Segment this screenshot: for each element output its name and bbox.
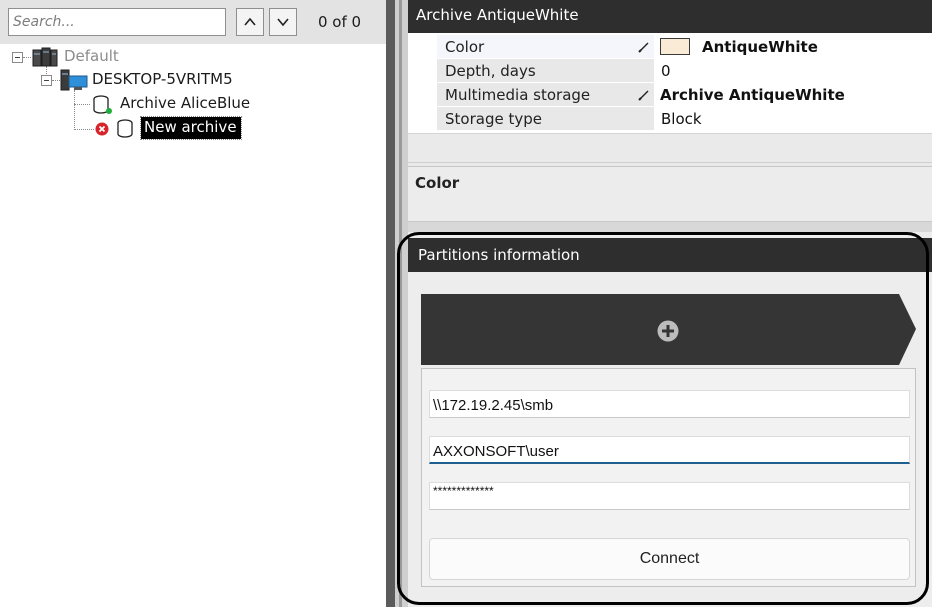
- collapse-toggle[interactable]: [12, 52, 23, 63]
- property-name: Color: [437, 35, 654, 59]
- error-icon: [95, 122, 109, 136]
- tree-item-default[interactable]: Default: [10, 46, 150, 68]
- properties-grid: Color AntiqueWhite Depth, days 0 Multime…: [408, 33, 932, 133]
- tree-item-archive[interactable]: Archive AliceBlue: [90, 93, 280, 115]
- search-input[interactable]: [8, 8, 226, 36]
- tree-item-label: Default: [64, 47, 119, 65]
- property-description: Color: [408, 166, 932, 222]
- tree-item-server[interactable]: DESKTOP-5VRITM5: [39, 69, 279, 91]
- property-value[interactable]: 0: [654, 59, 932, 83]
- tree-item-new-archive[interactable]: New archive: [94, 116, 264, 140]
- description-title: Color: [415, 174, 460, 192]
- highlight-annotation: [397, 232, 929, 605]
- properties-header: Archive AntiqueWhite: [408, 0, 932, 33]
- property-name: Depth, days: [437, 59, 654, 83]
- tree-item-label-selected: New archive: [140, 116, 242, 140]
- tree-connector: [74, 90, 75, 130]
- next-match-button[interactable]: [269, 8, 297, 36]
- server-group-icon: [32, 47, 58, 67]
- property-value[interactable]: AntiqueWhite: [654, 35, 932, 59]
- chevron-up-icon: [244, 17, 256, 26]
- tree-item-label: DESKTOP-5VRITM5: [92, 70, 233, 88]
- server-computer-icon: [60, 69, 88, 91]
- previous-match-button[interactable]: [236, 8, 264, 36]
- edit-pencil-icon[interactable]: [638, 89, 650, 101]
- property-value[interactable]: Block: [654, 107, 932, 131]
- tree-item-label: Archive AliceBlue: [120, 94, 251, 112]
- archive-storage-icon: [93, 95, 112, 114]
- property-name: Multimedia storage: [437, 83, 654, 107]
- property-row-multimedia-storage[interactable]: Multimedia storage Archive AntiqueWhite: [408, 83, 932, 107]
- chevron-down-icon: [277, 18, 289, 27]
- property-row-depth[interactable]: Depth, days 0: [408, 59, 932, 83]
- tree-search-bar: 0 of 0: [0, 0, 386, 44]
- edit-pencil-icon[interactable]: [638, 41, 650, 53]
- tree-connector: [74, 129, 94, 130]
- section-divider: [408, 222, 932, 232]
- property-value[interactable]: Archive AntiqueWhite: [654, 83, 932, 107]
- splitter-bar: [386, 0, 395, 607]
- collapse-toggle[interactable]: [41, 75, 52, 86]
- tree-connector: [74, 104, 90, 105]
- property-row-color[interactable]: Color AntiqueWhite: [408, 35, 932, 59]
- object-tree-panel: 0 of 0 Default DESKTOP-5VRITM5: [0, 0, 386, 607]
- color-value: AntiqueWhite: [702, 38, 818, 56]
- color-swatch: [660, 38, 690, 55]
- property-name: Storage type: [437, 107, 654, 131]
- property-row-storage-type[interactable]: Storage type Block: [408, 107, 932, 131]
- archive-storage-icon: [117, 119, 133, 138]
- properties-spacer: [408, 133, 932, 163]
- match-count: 0 of 0: [318, 13, 362, 31]
